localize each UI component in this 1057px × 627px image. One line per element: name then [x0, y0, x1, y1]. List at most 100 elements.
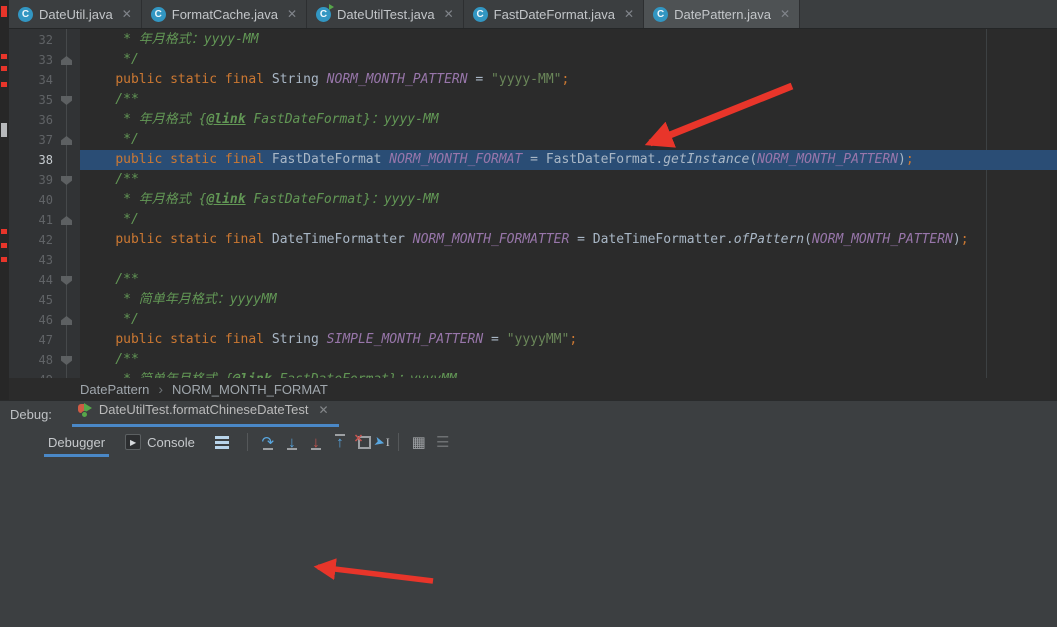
fold-guide-line: [66, 28, 67, 378]
code-line-43[interactable]: [80, 250, 1057, 270]
evaluate-expression-button[interactable]: ▦: [407, 431, 431, 453]
line-number-34[interactable]: 34: [9, 70, 53, 90]
line-number-46[interactable]: 46: [9, 310, 53, 330]
layout-settings-button[interactable]: ☰: [431, 431, 455, 453]
breadcrumb-member[interactable]: NORM_MONTH_FORMAT: [172, 382, 328, 397]
line-number-38[interactable]: 38: [9, 150, 53, 170]
code-line-33[interactable]: */: [80, 50, 1057, 70]
line-number-49[interactable]: 49: [9, 370, 53, 378]
editor-tab-DatePattern.java[interactable]: C DatePattern.java ✕: [644, 0, 800, 28]
code-line-36[interactable]: * 年月格式 {@link FastDateFormat}：yyyy-MM: [80, 110, 1057, 130]
code-line-38[interactable]: public static final FastDateFormat NORM_…: [80, 150, 1057, 170]
editor-tab-FormatCache.java[interactable]: C FormatCache.java ✕: [142, 0, 308, 28]
drop-frame-button[interactable]: ✕: [352, 432, 374, 452]
editor-tab-label: DateUtil.java: [39, 6, 113, 22]
step-over-button[interactable]: ↷: [256, 431, 280, 453]
breadcrumb: DatePattern › NORM_MONTH_FORMAT: [9, 378, 1057, 400]
edge-red-mark: [1, 6, 7, 17]
debugger-toolbar: Debugger ▶ Console ↷ ↓ ↓ ↑ ✕ ➤ I ▦ ☰: [38, 427, 1057, 457]
fold-marker-icon[interactable]: [61, 356, 72, 365]
edge-red-mark: [1, 229, 7, 234]
fold-marker-icon[interactable]: [61, 176, 72, 185]
code-line-41[interactable]: */: [80, 210, 1057, 230]
code-line-47[interactable]: public static final String SIMPLE_MONTH_…: [80, 330, 1057, 350]
fold-marker-icon[interactable]: [61, 136, 72, 145]
code-area[interactable]: * 年月格式：yyyy-MM */ public static final St…: [80, 28, 1057, 378]
fold-marker-icon[interactable]: [61, 56, 72, 65]
fold-marker-icon[interactable]: [61, 216, 72, 225]
step-out-button[interactable]: ↑: [328, 431, 352, 453]
line-number-44[interactable]: 44: [9, 270, 53, 290]
code-line-37[interactable]: */: [80, 130, 1057, 150]
line-number-45[interactable]: 45: [9, 290, 53, 310]
force-step-into-button[interactable]: ↓: [304, 431, 328, 453]
code-line-49[interactable]: * 简单年月格式 {@link FastDateFormat}：yyyyMM: [80, 370, 1057, 378]
line-number-36[interactable]: 36: [9, 110, 53, 130]
line-number-48[interactable]: 48: [9, 350, 53, 370]
code-line-35[interactable]: /**: [80, 90, 1057, 110]
debug-config-icon: [77, 403, 93, 418]
tab-console-label: Console: [147, 434, 195, 450]
close-icon[interactable]: ✕: [287, 7, 297, 21]
debug-session-tab[interactable]: DateUtilTest.formatChineseDateTest ✕: [71, 398, 339, 427]
code-line-48[interactable]: /**: [80, 350, 1057, 370]
divider: [246, 433, 248, 451]
line-number-32[interactable]: 32: [9, 30, 53, 50]
class-icon: C: [472, 6, 488, 22]
close-icon[interactable]: ✕: [122, 7, 132, 21]
edge-red-mark: [1, 66, 7, 71]
line-number-35[interactable]: 35: [9, 90, 53, 110]
debug-session-tab-label: DateUtilTest.formatChineseDateTest: [98, 402, 309, 417]
class-icon: C: [653, 6, 669, 22]
line-number-42[interactable]: 42: [9, 230, 53, 250]
breadcrumb-chevron-icon: ›: [158, 381, 164, 397]
line-number-37[interactable]: 37: [9, 130, 53, 150]
edge-red-mark: [1, 82, 7, 87]
editor-gutter[interactable]: 323334353637383940414243444546474849: [9, 28, 80, 378]
class-icon: C: [150, 6, 166, 22]
close-icon[interactable]: ✕: [624, 7, 634, 21]
code-editor[interactable]: 323334353637383940414243444546474849 * 年…: [9, 28, 1057, 378]
divider: [397, 433, 399, 451]
fold-marker-icon[interactable]: [61, 96, 72, 105]
line-number-33[interactable]: 33: [9, 50, 53, 70]
close-icon[interactable]: ✕: [444, 7, 454, 21]
fold-marker-icon[interactable]: [61, 276, 72, 285]
tab-debugger-label: Debugger: [48, 434, 106, 450]
editor-tab-label: FormatCache.java: [171, 6, 278, 22]
console-icon: ▶: [125, 434, 142, 450]
fold-marker-icon[interactable]: [61, 316, 72, 325]
line-number-40[interactable]: 40: [9, 190, 53, 210]
threads-view-icon[interactable]: [214, 435, 229, 449]
code-line-39[interactable]: /**: [80, 170, 1057, 190]
code-line-44[interactable]: /**: [80, 270, 1057, 290]
editor-tab-DateUtil.java[interactable]: C DateUtil.java ✕: [9, 0, 142, 28]
edge-gray-mark: [1, 123, 7, 137]
code-line-34[interactable]: public static final String NORM_MONTH_PA…: [80, 70, 1057, 90]
code-line-42[interactable]: public static final DateTimeFormatter NO…: [80, 230, 1057, 250]
editor-tab-DateUtilTest.java[interactable]: C DateUtilTest.java ✕: [307, 0, 464, 28]
tab-debugger[interactable]: Debugger: [38, 427, 115, 457]
code-line-32[interactable]: * 年月格式：yyyy-MM: [80, 30, 1057, 50]
run-to-cursor-button[interactable]: ➤ I: [372, 433, 390, 450]
code-line-46[interactable]: */: [80, 310, 1057, 330]
line-number-43[interactable]: 43: [9, 250, 53, 270]
class-icon: C: [316, 3, 335, 22]
line-number-39[interactable]: 39: [9, 170, 53, 190]
class-icon: C: [18, 6, 33, 22]
close-icon[interactable]: ✕: [318, 403, 328, 417]
code-line-40[interactable]: * 年月格式 {@link FastDateFormat}：yyyy-MM: [80, 190, 1057, 210]
edge-red-mark: [1, 243, 7, 248]
editor-tab-bar: C DateUtil.java ✕ C FormatCache.java ✕ C DateUt…: [9, 0, 1057, 29]
line-number-47[interactable]: 47: [9, 330, 53, 350]
tab-console[interactable]: ▶ Console: [115, 427, 205, 457]
editor-tab-FastDateFormat.java[interactable]: C FastDateFormat.java ✕: [464, 0, 645, 28]
edge-red-mark: [1, 257, 7, 262]
code-line-45[interactable]: * 简单年月格式：yyyyMM: [80, 290, 1057, 310]
breadcrumb-class[interactable]: DatePattern: [80, 382, 149, 397]
test-run-badge-icon: [329, 3, 335, 10]
left-edge-strip: [0, 0, 9, 400]
step-into-button[interactable]: ↓: [280, 431, 304, 453]
close-icon[interactable]: ✕: [780, 7, 790, 21]
line-number-41[interactable]: 41: [9, 210, 53, 230]
